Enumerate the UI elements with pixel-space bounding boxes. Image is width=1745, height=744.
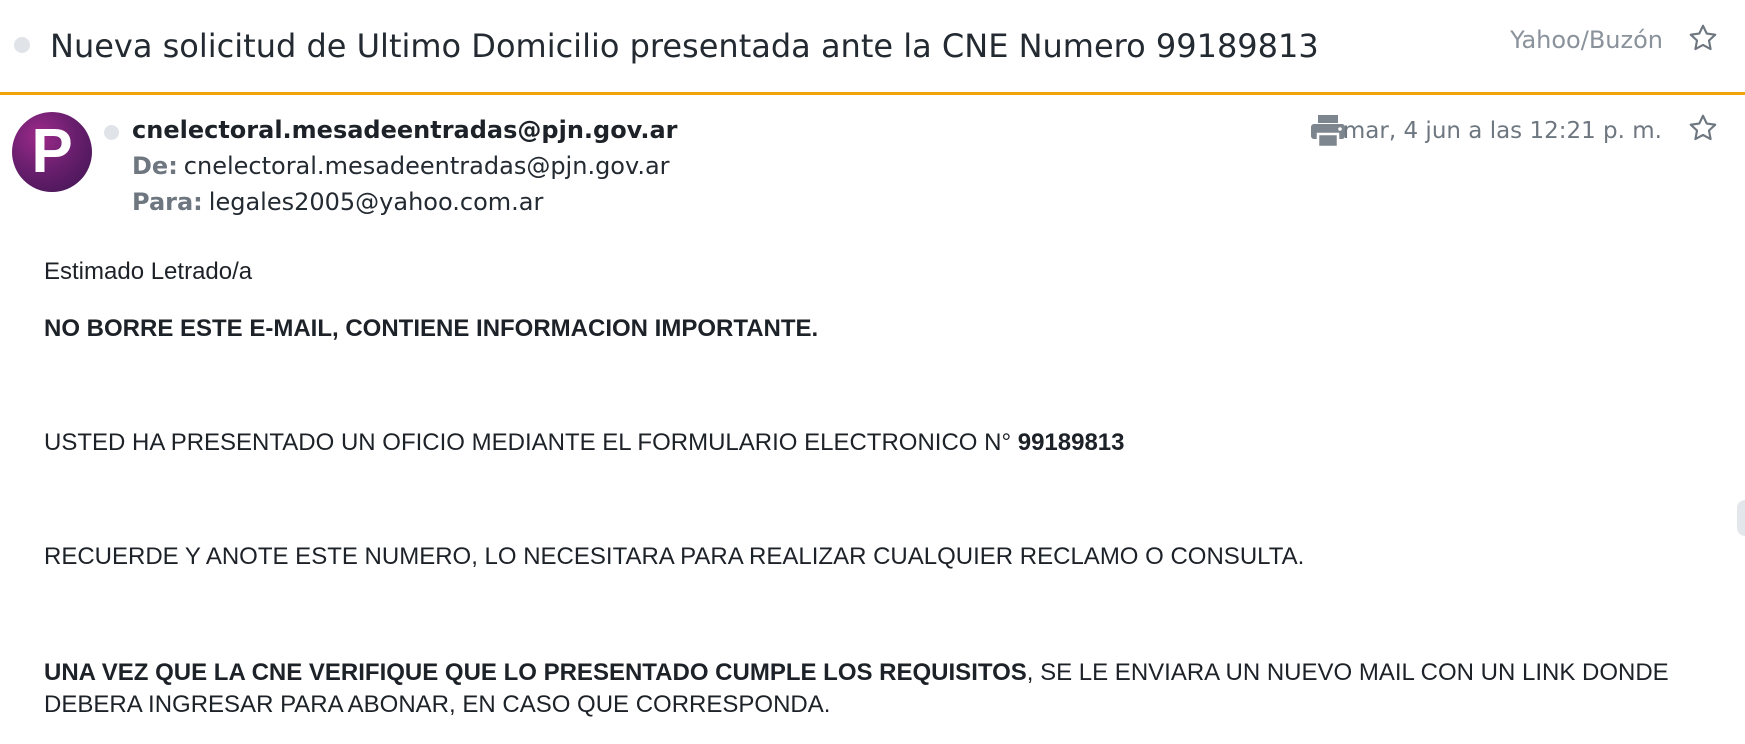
from-address[interactable]: cnelectoral.mesadeentradas@pjn.gov.ar — [184, 152, 670, 180]
message-date: mar, 4 jun a las 12:21 p. m. — [1342, 118, 1662, 144]
form-number-paragraph: USTED HA PRESENTADO UN OFICIO MEDIANTE E… — [44, 429, 1125, 457]
verification-paragraph: UNA VEZ QUE LA CNE VERIFIQUE QUE LO PRES… — [44, 657, 1704, 721]
email-subject: Nueva solicitud de Ultimo Domicilio pres… — [50, 27, 1319, 65]
form-number: 99189813 — [1017, 429, 1125, 456]
subject-bar: Nueva solicitud de Ultimo Domicilio pres… — [0, 0, 1745, 95]
to-address[interactable]: legales2005@yahoo.com.ar — [209, 188, 544, 216]
star-icon[interactable] — [1687, 22, 1719, 54]
avatar-letter: P — [31, 117, 73, 186]
star-icon[interactable] — [1687, 112, 1719, 144]
from-label: De: — [132, 152, 178, 180]
to-label: Para: — [132, 188, 203, 216]
form-number-text: USTED HA PRESENTADO UN OFICIO MEDIANTE E… — [44, 429, 1018, 456]
sender-status-dot — [104, 125, 119, 140]
remember-paragraph: RECUERDE Y ANOTE ESTE NUMERO, LO NECESIT… — [44, 543, 1305, 570]
greeting: Estimado Letrado/a — [44, 258, 253, 285]
warning-text: NO BORRE ESTE E-MAIL, CONTIENE INFORMACI… — [44, 315, 819, 342]
sender-avatar[interactable]: P — [12, 112, 92, 192]
folder-label[interactable]: Yahoo/Buzón — [1510, 26, 1663, 54]
to-line: Para: legales2005@yahoo.com.ar — [132, 188, 543, 216]
unread-indicator-dot[interactable] — [14, 37, 30, 53]
from-line: De: cnelectoral.mesadeentradas@pjn.gov.ar — [132, 152, 670, 180]
scrollbar-handle[interactable] — [1737, 500, 1745, 536]
sender-name[interactable]: cnelectoral.mesadeentradas@pjn.gov.ar — [132, 116, 678, 144]
verification-bold: UNA VEZ QUE LA CNE VERIFIQUE QUE LO PRES… — [44, 659, 1027, 686]
